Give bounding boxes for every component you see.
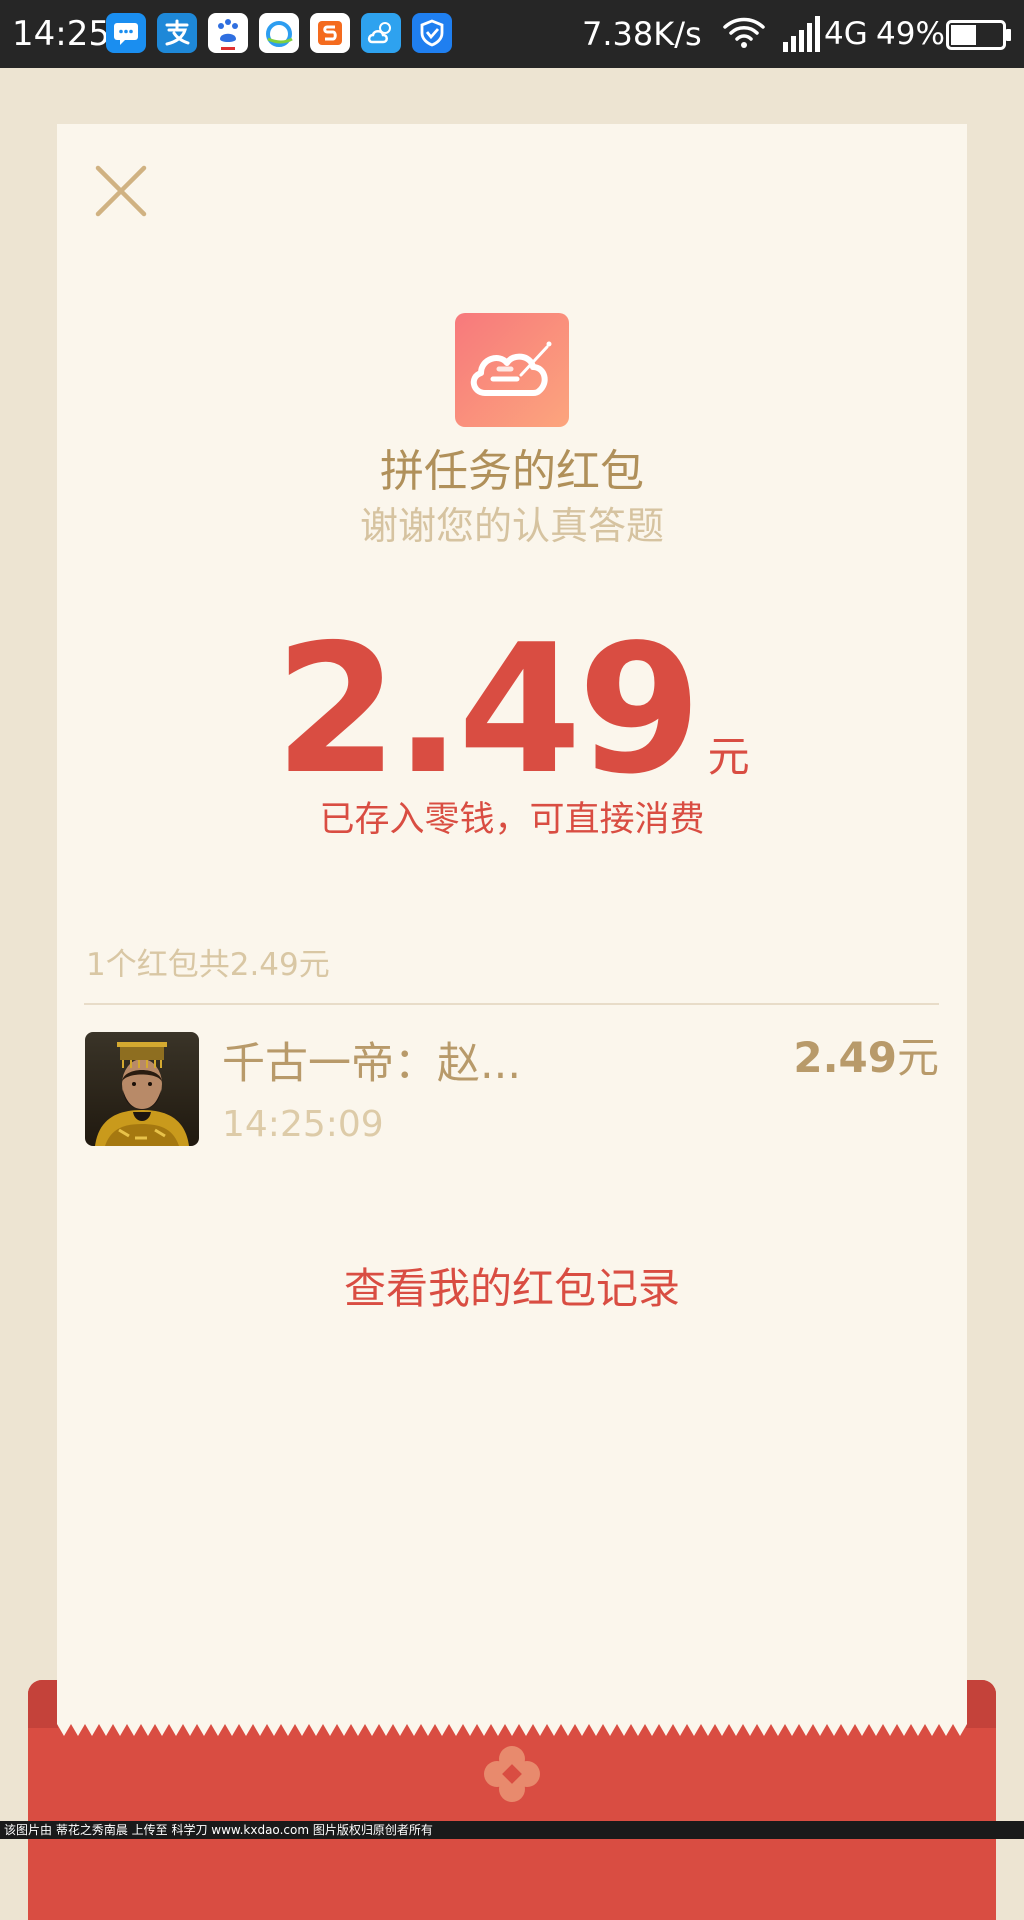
- close-button[interactable]: [92, 162, 150, 220]
- status-time: 14:25: [12, 14, 110, 54]
- battery-icon: [946, 20, 1011, 50]
- notification-icons: [106, 13, 452, 53]
- cloud-pencil-icon: [470, 341, 552, 396]
- app-logo: [455, 313, 569, 427]
- emperor-portrait-avatar: [85, 1032, 199, 1146]
- signal-strength-icon: [783, 16, 820, 52]
- record-time: 14:25:09: [222, 1104, 384, 1145]
- record-amount-value: 2.49: [793, 1033, 897, 1082]
- message-icon: [106, 13, 146, 53]
- view-packet-history-link[interactable]: 查看我的红包记录: [0, 1262, 1024, 1316]
- wifi-icon: [723, 17, 765, 48]
- amount-value: 2.49: [274, 606, 701, 813]
- amount-unit: 元: [707, 732, 750, 781]
- watermark-caption: 该图片由 蒂花之秀南晨 上传至 科学刀 www.kxdao.com 图片版权归原…: [0, 1821, 1024, 1839]
- record-name: 千古一帝：赵...: [222, 1039, 522, 1089]
- alipay-icon: [157, 13, 197, 53]
- envelope-side-left: [28, 1680, 58, 1728]
- amount-display: 2.49 元: [0, 620, 1024, 800]
- packet-title: 拼任务的红包: [380, 446, 644, 497]
- baidu-icon: [208, 13, 248, 53]
- amount-note: 已存入零钱，可直接消费: [319, 800, 705, 840]
- envelope-side-right: [966, 1680, 996, 1728]
- browser-icon: [259, 13, 299, 53]
- packet-summary: 1个红包共2.49元: [86, 947, 330, 983]
- flower-emblem-icon: [484, 1746, 540, 1802]
- divider: [84, 1003, 939, 1005]
- weather-icon: [361, 13, 401, 53]
- status-bar: 14:25 7.38K/s 4G 49%: [0, 0, 1024, 68]
- packet-subtitle: 谢谢您的认真答题: [359, 504, 664, 548]
- avatar: [85, 1032, 199, 1146]
- record-amount-unit: 元: [896, 1033, 939, 1082]
- card-zigzag-edge: [57, 1724, 967, 1736]
- network-speed: 7.38K/s: [582, 15, 702, 53]
- security-shield-icon: [412, 13, 452, 53]
- sogou-input-icon: [310, 13, 350, 53]
- record-row[interactable]: 千古一帝：赵... 14:25:09 2.49元: [84, 1032, 939, 1148]
- record-amount: 2.49元: [793, 1032, 939, 1084]
- network-type: 4G: [824, 16, 868, 52]
- battery-percent: 49%: [876, 16, 945, 52]
